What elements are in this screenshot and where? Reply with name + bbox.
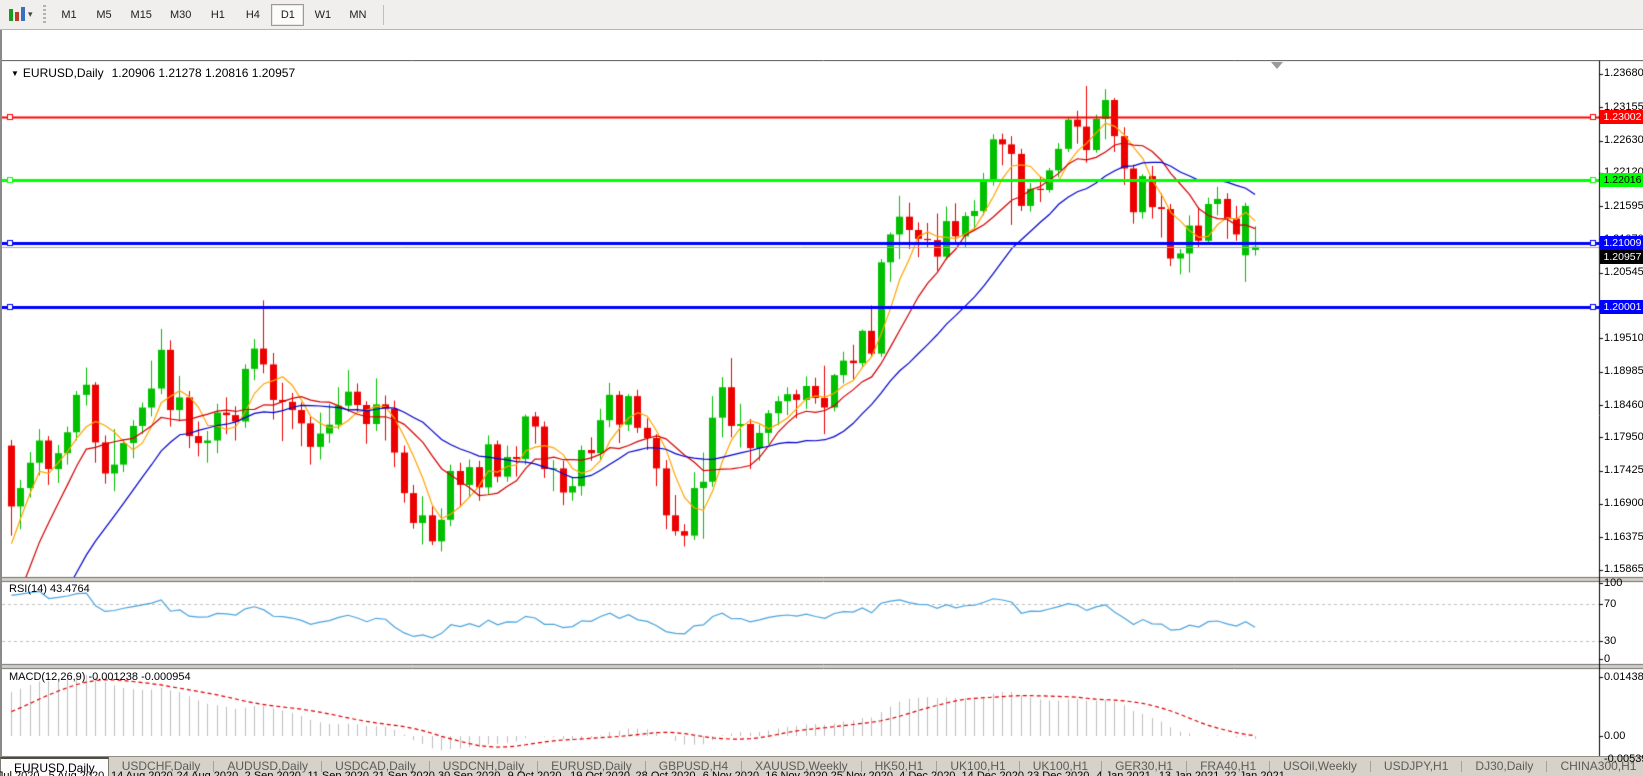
price-axis-label: 1.20545 bbox=[1604, 266, 1643, 278]
price-axis-label: 1.17950 bbox=[1604, 431, 1643, 443]
chart-shift-icon[interactable] bbox=[1271, 62, 1283, 69]
time-axis-label: 24 Aug 2020 bbox=[176, 770, 238, 776]
time-axis-label: 4 Jan 2021 bbox=[1096, 770, 1150, 776]
price-axis-label: 1.18985 bbox=[1604, 365, 1643, 377]
hline-price-tag: 1.23002 bbox=[1600, 110, 1643, 124]
time-axis-label: 16 Nov 2020 bbox=[765, 770, 827, 776]
rsi-axis-label: 70 bbox=[1604, 598, 1616, 610]
toolbar-separator bbox=[383, 5, 384, 25]
macd-axis-label: -0.005396 bbox=[1604, 753, 1643, 765]
time-axis-label: 14 Dec 2020 bbox=[962, 770, 1024, 776]
timeframe-button-m5[interactable]: M5 bbox=[88, 4, 121, 26]
hline-price-tag: 1.20001 bbox=[1600, 300, 1643, 314]
rsi-axis-label: 100 bbox=[1604, 577, 1622, 589]
time-axis-label: 19 Oct 2020 bbox=[570, 770, 630, 776]
rsi-axis-label: 30 bbox=[1604, 635, 1616, 647]
timeframe-button-w1[interactable]: W1 bbox=[306, 4, 339, 26]
price-axis-label: 1.22630 bbox=[1604, 134, 1643, 146]
time-axis-label: 30 Sep 2020 bbox=[438, 770, 500, 776]
timeframe-button-m30[interactable]: M30 bbox=[162, 4, 199, 26]
chart-tab-dj30-daily[interactable]: DJ30,Daily bbox=[1462, 757, 1546, 776]
hline-price-tag: 1.21009 bbox=[1600, 236, 1643, 250]
timeframe-button-m15[interactable]: M15 bbox=[123, 4, 160, 26]
time-axis-label: 25 Nov 2020 bbox=[831, 770, 893, 776]
time-axis-label: 6 Nov 2020 bbox=[703, 770, 759, 776]
dropdown-caret-icon[interactable]: ▾ bbox=[28, 9, 33, 20]
price-axis-label: 1.19510 bbox=[1604, 332, 1643, 344]
time-axis-label: 11 Sep 2020 bbox=[307, 770, 369, 776]
candlestick-chart-icon[interactable] bbox=[6, 5, 28, 25]
chart-symbol-label: EURUSD,Daily bbox=[23, 66, 104, 80]
macd-axis-label: 0.014384 bbox=[1604, 671, 1643, 683]
price-chart-canvas[interactable] bbox=[2, 60, 1643, 776]
time-axis-label: 28 Oct 2020 bbox=[636, 770, 696, 776]
timeframe-button-mn[interactable]: MN bbox=[341, 4, 374, 26]
current-price-tag: 1.20957 bbox=[1600, 250, 1643, 264]
timeframe-button-h4[interactable]: H4 bbox=[236, 4, 269, 26]
metatrader-window: ▾ M1M5M15M30H1H4D1W1MN ▼ EURUSD,Daily 1.20… bbox=[0, 0, 1643, 776]
price-axis-label: 1.23680 bbox=[1604, 67, 1643, 79]
price-axis-label: 1.15865 bbox=[1604, 563, 1643, 575]
timeframe-button-h1[interactable]: H1 bbox=[201, 4, 234, 26]
time-axis-label: 22 Jan 2021 bbox=[1224, 770, 1285, 776]
time-axis-label: 9 Oct 2020 bbox=[508, 770, 562, 776]
time-axis-label: 5 Aug 2020 bbox=[49, 770, 105, 776]
time-axis-label: 27 Jul 2020 bbox=[0, 770, 39, 776]
timeframe-toolbar: ▾ M1M5M15M30H1H4D1W1MN bbox=[0, 0, 1643, 30]
chart-window: ▼ EURUSD,Daily 1.20906 1.21278 1.20816 1.2… bbox=[0, 30, 1643, 756]
time-axis-label: 21 Sep 2020 bbox=[372, 770, 434, 776]
rsi-axis-label: 0 bbox=[1604, 653, 1610, 665]
price-axis-label: 1.17425 bbox=[1604, 464, 1643, 476]
chart-title: ▼ EURUSD,Daily 1.20906 1.21278 1.20816 1.2… bbox=[11, 66, 295, 80]
chart-tab-usoil-weekly[interactable]: USOil,Weekly bbox=[1270, 757, 1370, 776]
rsi-indicator-label: RSI(14) 43.4764 bbox=[9, 583, 90, 595]
time-axis-label: 2 Sep 2020 bbox=[245, 770, 301, 776]
price-axis-label: 1.18460 bbox=[1604, 399, 1643, 411]
price-axis-label: 1.21595 bbox=[1604, 200, 1643, 212]
timeframe-button-m1[interactable]: M1 bbox=[53, 4, 86, 26]
price-axis-label: 1.16900 bbox=[1604, 497, 1643, 509]
chart-tab-usdjpy-h1[interactable]: USDJPY,H1 bbox=[1371, 757, 1461, 776]
chart-ohlc-quote: 1.20906 1.21278 1.20816 1.20957 bbox=[112, 66, 296, 80]
time-axis-label: 23 Dec 2020 bbox=[1027, 770, 1089, 776]
hline-price-tag: 1.22016 bbox=[1600, 173, 1643, 187]
time-axis-label: 14 Aug 2020 bbox=[111, 770, 173, 776]
price-axis-label: 1.16375 bbox=[1604, 531, 1643, 543]
macd-axis-label: 0.00 bbox=[1604, 730, 1625, 742]
timeframe-button-d1[interactable]: D1 bbox=[271, 4, 304, 26]
time-axis-label: 13 Jan 2021 bbox=[1159, 770, 1220, 776]
toolbar-grip[interactable] bbox=[43, 5, 46, 25]
time-axis-label: 4 Dec 2020 bbox=[899, 770, 955, 776]
macd-indicator-label: MACD(12,26,9) -0.001238 -0.000954 bbox=[9, 671, 191, 683]
symbol-caret-icon[interactable]: ▼ bbox=[11, 69, 19, 78]
